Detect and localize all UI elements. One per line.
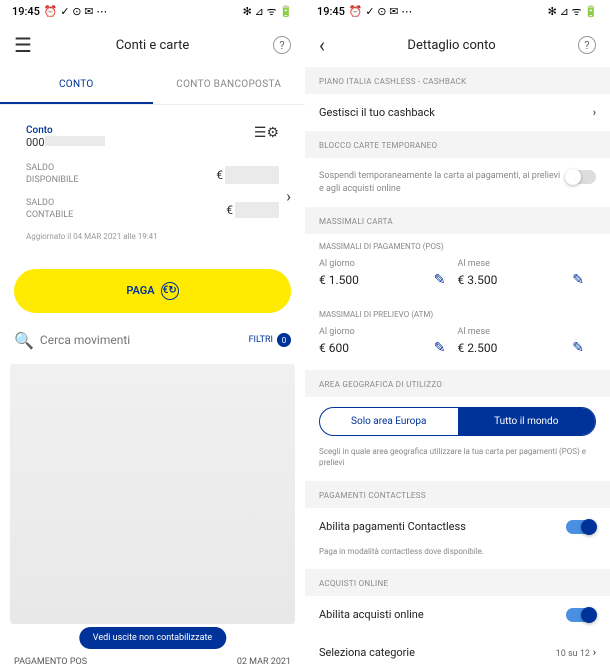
status-right-icons: ✻ ⊿ ᯤ 🔋: [243, 4, 293, 19]
geo-segmented[interactable]: Solo area Europa Tutto il mondo: [319, 407, 596, 436]
atm-month-label: Al mese: [458, 327, 597, 337]
status-bar: 19:45 ⏰ ✓ ⊙ ✉ ⋯ ✻ ⊿ ᯤ 🔋: [305, 0, 610, 23]
section-geo: AREA GEOGRAFICA DI UTILIZZO: [305, 370, 610, 397]
row-cashback[interactable]: Gestisci il tuo cashback ›: [305, 94, 610, 131]
blocco-desc: Sospendi temporaneamente la carta ai pag…: [319, 170, 566, 195]
page-title: Dettaglio conto: [325, 38, 578, 53]
categories-label: Seleziona categorie: [319, 646, 415, 659]
paga-label: PAGA: [126, 284, 154, 297]
filters-button[interactable]: FILTRI0: [249, 333, 291, 347]
updated-text: Aggiornato il 04 MAR 2021 alle 19:41: [26, 228, 279, 249]
filter-badge: 0: [277, 333, 291, 347]
edit-icon[interactable]: ✎: [572, 340, 584, 356]
section-blocco: BLOCCO CARTE TEMPORANEO: [305, 131, 610, 158]
tab-conto[interactable]: CONTO: [0, 67, 153, 104]
saldo-disponibile-value: €: [216, 166, 279, 184]
pos-day-label: Al giorno: [319, 259, 458, 269]
chevron-right-icon[interactable]: ›: [286, 186, 291, 205]
pos-month-label: Al mese: [458, 259, 597, 269]
paga-button[interactable]: PAGA €↻: [14, 269, 291, 313]
chevron-right-icon: ›: [593, 106, 596, 119]
categories-count: 10 su 12: [556, 649, 590, 659]
page-title: Conti e carte: [32, 38, 273, 53]
euro-transfer-icon: €↻: [161, 282, 179, 300]
status-left-icons: ⏰ ✓ ⊙ ✉ ⋯: [44, 5, 107, 18]
settings-icon[interactable]: ☰⚙: [254, 125, 279, 141]
section-cashback: PIANO ITALIA CASHLESS - CASHBACK: [305, 67, 610, 94]
account-card[interactable]: ☰⚙ Conto 000 SALDO DISPONIBILE € › SALDO…: [14, 115, 291, 259]
toggle-block-card[interactable]: [566, 170, 596, 184]
menu-icon[interactable]: ☰: [14, 33, 32, 57]
atm-day-label: Al giorno: [319, 327, 458, 337]
section-massimali: MASSIMALI CARTA: [305, 207, 610, 234]
section-contactless: PAGAMENTI CONTACTLESS: [305, 481, 610, 508]
help-icon[interactable]: ?: [273, 36, 291, 54]
transaction-date: 02 MAR 2021: [237, 657, 291, 667]
atm-month-value: € 2.500: [458, 341, 498, 355]
status-time: 19:45: [12, 5, 40, 18]
toggle-contactless[interactable]: [566, 520, 596, 534]
edit-icon[interactable]: ✎: [434, 340, 446, 356]
atm-day-value: € 600: [319, 341, 349, 355]
help-icon[interactable]: ?: [578, 36, 596, 54]
search-input[interactable]: [40, 333, 243, 347]
account-label: Conto: [26, 125, 279, 136]
atm-subheader: MASSIMALI DI PRELIEVO (ATM): [305, 302, 610, 323]
account-number: 000: [26, 136, 279, 149]
chevron-right-icon: ›: [593, 646, 596, 659]
status-bar: 19:45 ⏰ ✓ ⊙ ✉ ⋯ ✻ ⊿ ᯤ 🔋: [0, 0, 305, 23]
edit-icon[interactable]: ✎: [572, 272, 584, 288]
saldo-disponibile-label: SALDO DISPONIBILE: [26, 163, 78, 186]
saldo-contabile-label: SALDO CONTABILE: [26, 198, 73, 221]
pos-month-value: € 3.500: [458, 273, 498, 287]
geo-note: Scegli in quale area geografica utilizza…: [305, 446, 610, 480]
pos-subheader: MASSIMALI DI PAGAMENTO (POS): [305, 234, 610, 255]
search-icon[interactable]: 🔍: [14, 331, 34, 350]
row-categories[interactable]: Seleziona categorie 10 su 12 ›: [305, 634, 610, 671]
transaction-type: PAGAMENTO POS: [14, 657, 87, 667]
seg-world[interactable]: Tutto il mondo: [458, 408, 596, 435]
contactless-label: Abilita pagamenti Contactless: [319, 520, 466, 533]
saldo-contabile-value: €: [226, 202, 279, 218]
uncounted-pill[interactable]: Vedi uscite non contabilizzate: [79, 627, 226, 649]
tab-bancoposta[interactable]: CONTO BANCOPOSTA: [153, 67, 306, 104]
toggle-online[interactable]: [566, 608, 596, 622]
seg-europe[interactable]: Solo area Europa: [320, 408, 458, 435]
contactless-note: Paga in modalità contactless dove dispon…: [305, 546, 610, 569]
transactions-list: [10, 364, 295, 624]
pos-day-value: € 1.500: [319, 273, 359, 287]
cashback-label: Gestisci il tuo cashback: [319, 106, 435, 119]
edit-icon[interactable]: ✎: [434, 272, 446, 288]
online-label: Abilita acquisti online: [319, 608, 424, 621]
section-online: ACQUISTI ONLINE: [305, 569, 610, 596]
